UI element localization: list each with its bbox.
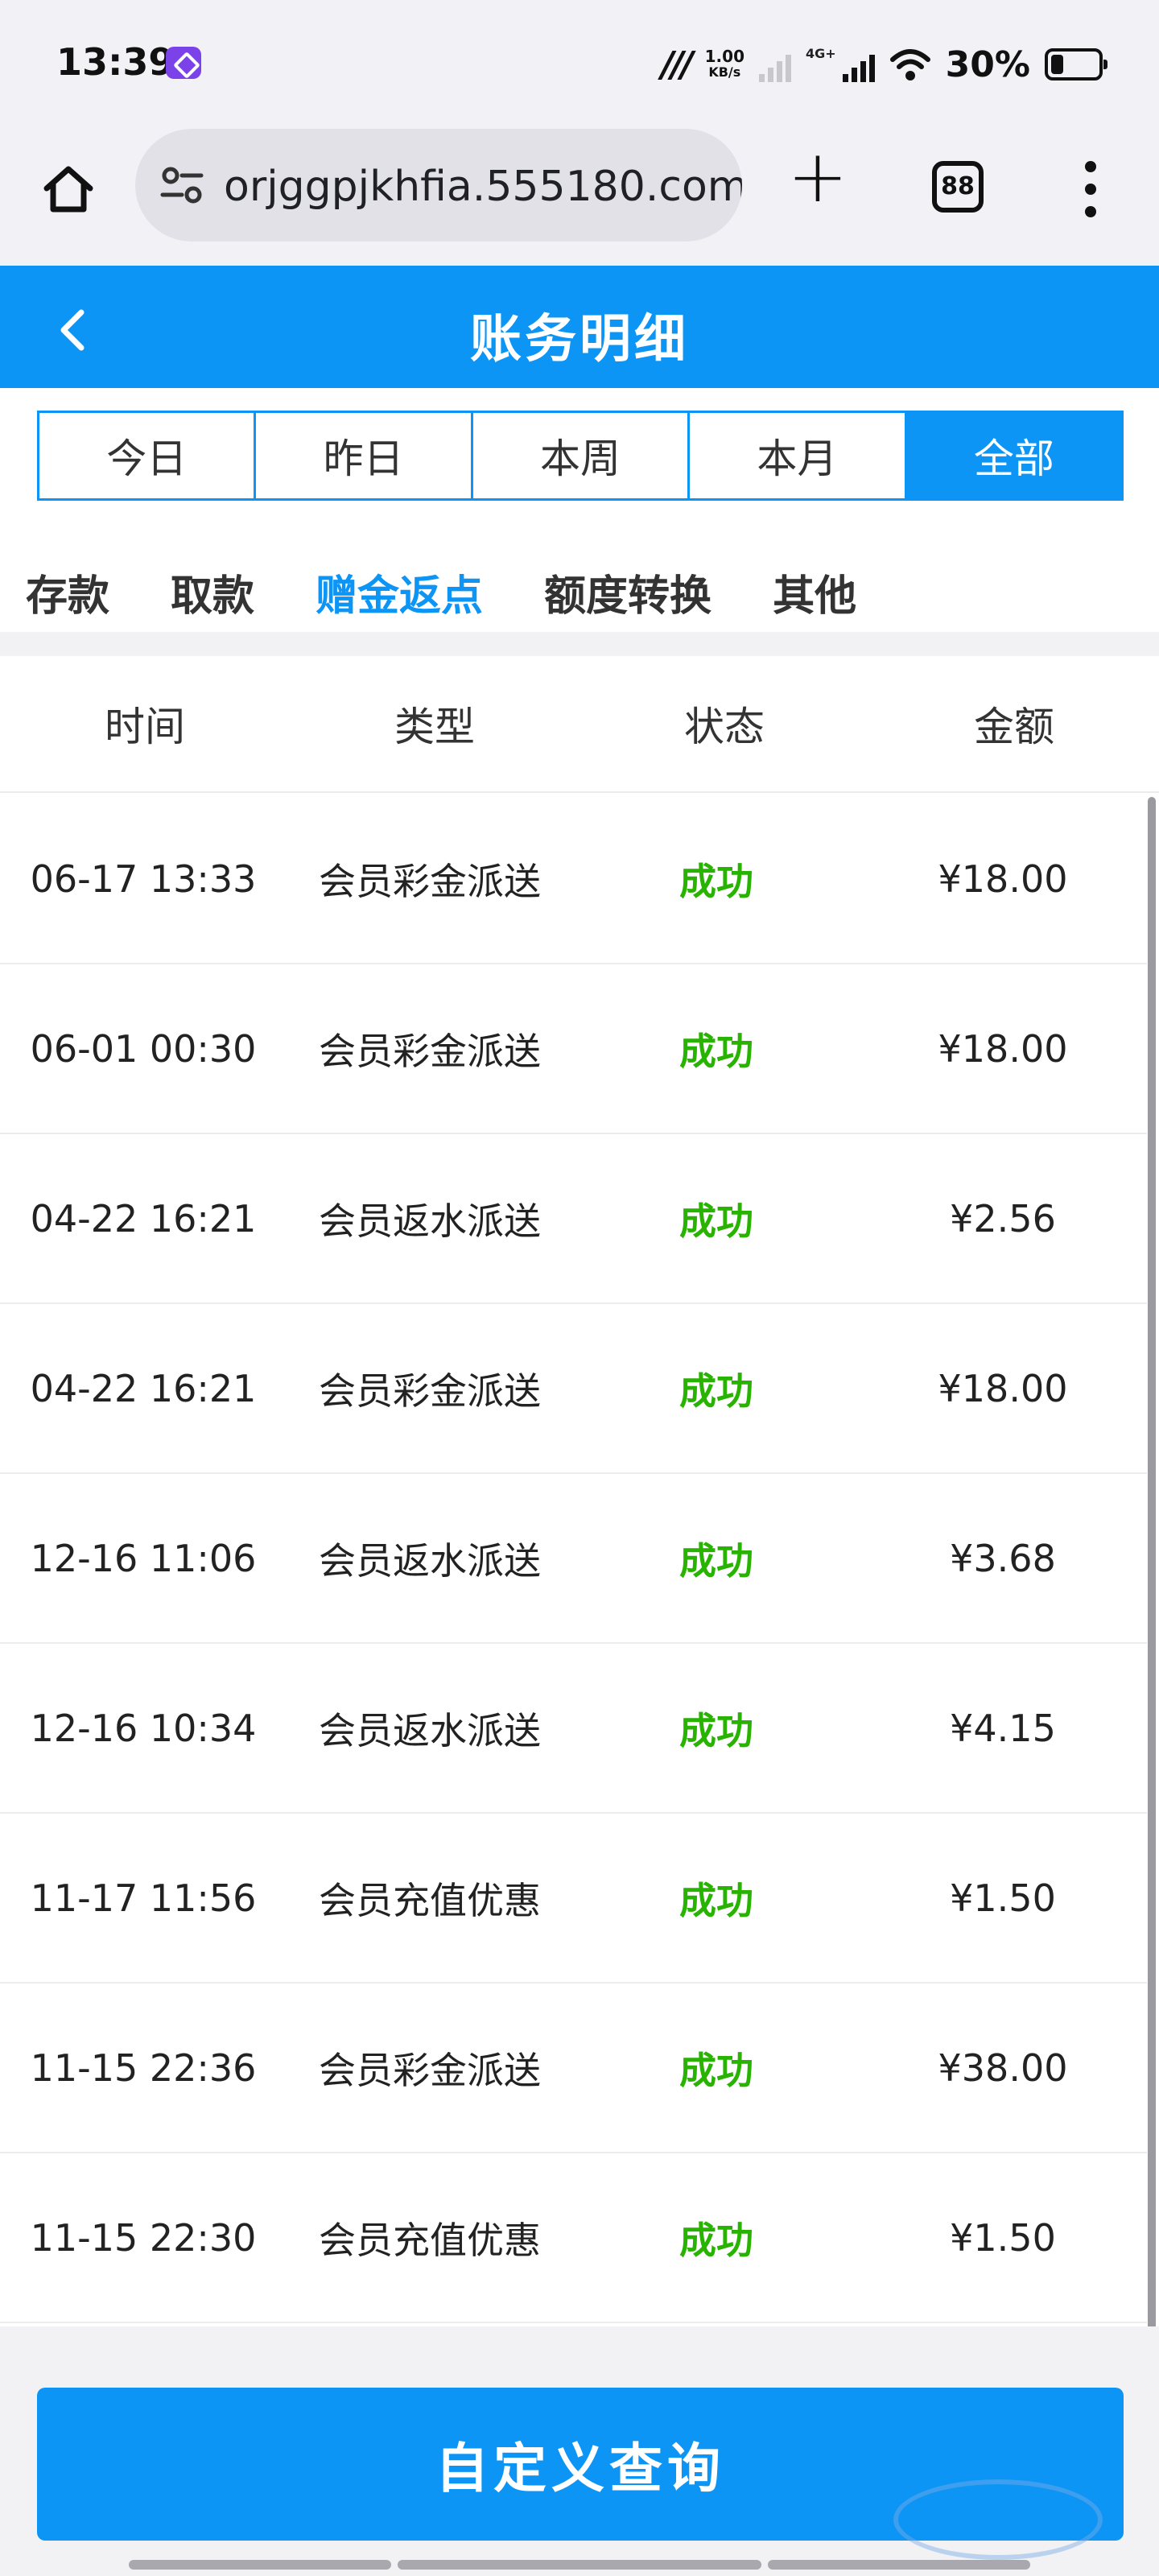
network-type: 4G+ (806, 45, 836, 61)
row-amount: ¥1.50 (950, 2215, 1056, 2260)
network-speed-unit: KB/s (708, 64, 741, 80)
page-title: 账务明细 (470, 310, 689, 369)
row-amount: ¥18.00 (938, 857, 1068, 901)
shortcut-app-icon (166, 47, 201, 79)
category-tab-transfer[interactable]: 额度转换 (544, 562, 711, 622)
watermark-logo-icon (893, 2479, 1103, 2560)
gesture-bar-icon (129, 2560, 391, 2570)
table-row: 04-22 16:21 会员彩金派送 成功 ¥18.00 (0, 1304, 1147, 1474)
row-time: 11-15 22:36 (30, 2046, 257, 2090)
row-type: 会员彩金派送 (319, 2048, 541, 2092)
period-tab-this-month[interactable]: 本月 (690, 413, 907, 498)
row-amount: ¥3.68 (950, 1536, 1056, 1580)
transaction-list: 06-17 13:33 会员彩金派送 成功 ¥18.00 06-01 00:30… (0, 795, 1147, 2323)
category-tab-other[interactable]: 其他 (773, 562, 856, 622)
gesture-bar-icon (398, 2560, 761, 2570)
category-tabs: 存款 取款 赠金返点 额度转换 其他 (0, 547, 1159, 636)
period-tab-yesterday[interactable]: 昨日 (256, 413, 473, 498)
site-settings-icon (160, 167, 204, 204)
row-amount: ¥4.15 (950, 1706, 1056, 1750)
battery-icon (1045, 48, 1107, 80)
table-row: 12-16 10:34 会员返水派送 成功 ¥4.15 (0, 1644, 1147, 1814)
row-time: 04-22 16:21 (30, 1366, 257, 1410)
new-tab-button[interactable]: + (777, 137, 858, 217)
gesture-bar-icon (768, 2560, 1030, 2570)
row-type: 会员充值优惠 (319, 2218, 541, 2262)
row-status: 成功 (679, 1538, 753, 1583)
list-scrollbar[interactable] (1148, 797, 1156, 2331)
column-header-type: 类型 (394, 704, 475, 750)
row-time: 11-17 11:56 (30, 1876, 257, 1920)
more-dot-icon (1085, 161, 1096, 172)
app-header: 账务明细 (0, 266, 1159, 388)
period-filter: 今日 昨日 本周 本月 全部 (37, 411, 1124, 501)
status-time: 13:39 (56, 40, 175, 84)
row-type: 会员返水派送 (319, 1538, 541, 1583)
battery-level (1051, 55, 1064, 74)
home-icon (43, 166, 93, 213)
table-row: 12-16 11:06 会员返水派送 成功 ¥3.68 (0, 1474, 1147, 1644)
row-status: 成功 (679, 1029, 753, 1073)
more-dot-icon (1085, 184, 1096, 195)
row-type: 会员充值优惠 (319, 1878, 541, 1922)
row-amount: ¥1.50 (950, 1876, 1056, 1920)
section-divider (0, 632, 1159, 656)
address-bar[interactable]: orjggpjkhfia.555180.com (135, 129, 742, 242)
column-header-time: 时间 (105, 704, 185, 750)
row-time: 04-22 16:21 (30, 1196, 257, 1241)
carrier-logo-icon: /// (661, 43, 693, 85)
browser-toolbar: orjggpjkhfia.555180.com + 88 (0, 121, 1159, 266)
row-status: 成功 (679, 1878, 753, 1922)
table-row: 11-15 22:36 会员彩金派送 成功 ¥38.00 (0, 1984, 1147, 2153)
row-time: 12-16 11:06 (30, 1536, 257, 1580)
row-status: 成功 (679, 2048, 753, 2092)
status-bar: 13:39 /// 1.00 KB/s 4G+ 30% (0, 0, 1159, 121)
period-tab-all[interactable]: 全部 (906, 413, 1122, 498)
category-tab-bonus-rebate[interactable]: 赠金返点 (316, 562, 483, 622)
status-indicators: /// 1.00 KB/s 4G+ 30% (661, 40, 1107, 89)
more-dot-icon (1085, 206, 1096, 217)
url-text: orjggpjkhfia.555180.com (224, 163, 742, 211)
row-status: 成功 (679, 1368, 753, 1413)
table-row: 06-01 00:30 会员彩金派送 成功 ¥18.00 (0, 964, 1147, 1134)
home-button[interactable] (32, 153, 105, 225)
category-tab-withdraw[interactable]: 取款 (171, 562, 254, 622)
period-tab-this-week[interactable]: 本周 (472, 413, 691, 498)
column-header-amount: 金额 (974, 704, 1054, 750)
row-type: 会员返水派送 (319, 1199, 541, 1243)
signal-sim1-icon (759, 47, 791, 82)
row-type: 会员彩金派送 (319, 1029, 541, 1073)
row-amount: ¥18.00 (938, 1366, 1068, 1410)
signal-sim2-icon (842, 47, 875, 82)
more-menu-button[interactable] (1070, 153, 1111, 225)
row-status: 成功 (679, 1199, 753, 1243)
row-time: 06-01 00:30 (30, 1026, 257, 1071)
row-time: 11-15 22:30 (30, 2215, 257, 2260)
network-speed: 1.00 KB/s (705, 48, 744, 80)
period-tab-today[interactable]: 今日 (39, 413, 257, 498)
tab-switcher-button[interactable]: 88 (932, 161, 984, 213)
wifi-icon (889, 49, 930, 80)
row-time: 06-17 13:33 (30, 857, 257, 901)
row-type: 会员返水派送 (319, 1708, 541, 1752)
row-amount: ¥38.00 (938, 2046, 1068, 2090)
battery-percent: 30% (945, 43, 1030, 85)
row-time: 12-16 10:34 (30, 1706, 257, 1750)
column-header-status: 状态 (684, 704, 765, 750)
table-row: 04-22 16:21 会员返水派送 成功 ¥2.56 (0, 1134, 1147, 1304)
row-type: 会员彩金派送 (319, 1368, 541, 1413)
table-row: 11-15 22:30 会员充值优惠 成功 ¥1.50 (0, 2153, 1147, 2323)
row-status: 成功 (679, 2218, 753, 2262)
category-tab-deposit[interactable]: 存款 (26, 562, 109, 622)
row-type: 会员彩金派送 (319, 859, 541, 903)
row-amount: ¥2.56 (950, 1196, 1056, 1241)
table-row: 06-17 13:33 会员彩金派送 成功 ¥18.00 (0, 795, 1147, 964)
table-row: 11-17 11:56 会员充值优惠 成功 ¥1.50 (0, 1814, 1147, 1984)
row-status: 成功 (679, 1708, 753, 1752)
table-header: 时间 类型 状态 金额 (0, 656, 1159, 793)
row-amount: ¥18.00 (938, 1026, 1068, 1071)
row-status: 成功 (679, 859, 753, 903)
network-speed-value: 1.00 (704, 47, 744, 66)
